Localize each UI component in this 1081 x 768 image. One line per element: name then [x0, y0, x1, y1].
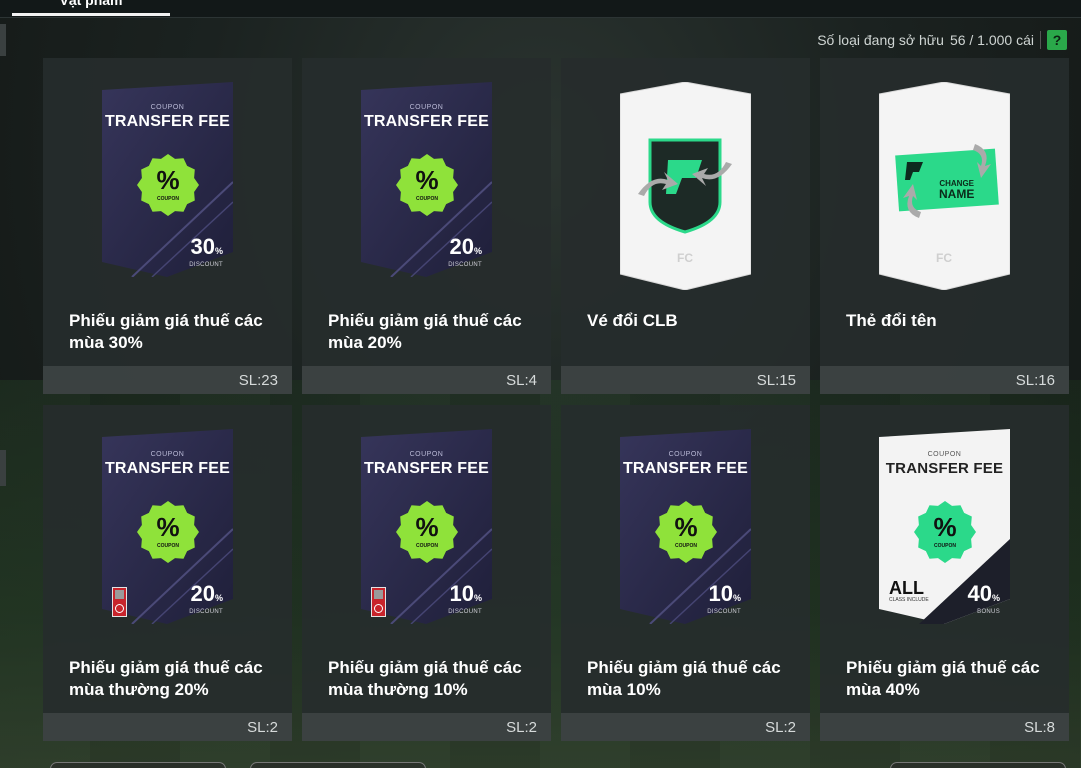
owned-value: 56 / 1.000 cái: [949, 32, 1034, 48]
quantity-bar: SL:4: [302, 366, 551, 394]
percent-badge-icon: % COUPON: [137, 154, 199, 216]
item-quantity: SL:2: [506, 719, 537, 736]
coupon-title: TRANSFER FEE: [104, 460, 231, 477]
item-quantity: SL:4: [506, 372, 537, 389]
item-name: Phiếu giảm giá thuế các mùa 40%: [846, 658, 1040, 699]
percent-badge-icon: % COUPON: [914, 501, 976, 563]
top-bar: Vật phẩm: [0, 0, 1081, 18]
discount-value: 20% DISCOUNT: [189, 581, 223, 616]
club-change-card: FC: [620, 82, 751, 290]
coupon-small-label: COUPON: [409, 451, 444, 458]
bottom-button[interactable]: [50, 762, 226, 768]
quantity-bar: SL:15: [561, 366, 810, 394]
item-name: Phiếu giảm giá thuế các mùa 10%: [587, 658, 781, 699]
coupon-card: COUPON TRANSFER FEE % COUPON ALL CLASS I…: [879, 429, 1010, 624]
owned-count: Số loại đang sở hữu 56 / 1.000 cái ?: [817, 30, 1067, 50]
coupon-card: COUPON TRANSFER FEE % COUPON 30% DISCOUN…: [102, 82, 233, 277]
quantity-bar: SL:2: [43, 713, 292, 741]
item-art: COUPON TRANSFER FEE % COUPON 10% DISCOUN…: [561, 405, 810, 645]
item-tile[interactable]: COUPON TRANSFER FEE % COUPON 10% DISCOUN…: [561, 405, 810, 741]
discount-value: 10% DISCOUNT: [448, 581, 482, 616]
coupon-title: TRANSFER FEE: [363, 460, 490, 477]
item-quantity: SL:23: [238, 372, 278, 389]
coupon-small-label: COUPON: [668, 451, 703, 458]
item-tile[interactable]: COUPON TRANSFER FEE % COUPON 20% DISCOUN…: [43, 405, 292, 741]
divider: [1040, 31, 1041, 49]
item-art: COUPON TRANSFER FEE % COUPON 10% DISCOUN…: [302, 405, 551, 645]
item-tile[interactable]: FC Vé đổi CLB SL:15: [561, 58, 810, 394]
svg-text:FC: FC: [936, 251, 952, 265]
left-scroll-edge: [0, 24, 6, 56]
percent-badge-icon: % COUPON: [655, 501, 717, 563]
bottom-button[interactable]: [250, 762, 426, 768]
item-name: Thẻ đổi tên: [846, 311, 937, 330]
item-tile[interactable]: COUPON TRANSFER FEE % COUPON 20% DISCOUN…: [302, 58, 551, 394]
percent-badge-icon: % COUPON: [137, 501, 199, 563]
coupon-small-label: COUPON: [409, 104, 444, 111]
item-art: COUPON TRANSFER FEE % COUPON ALL CLASS I…: [820, 405, 1069, 645]
percent-badge-icon: % COUPON: [396, 501, 458, 563]
item-name: Vé đổi CLB: [587, 311, 678, 330]
item-tile[interactable]: COUPON TRANSFER FEE % COUPON 30% DISCOUN…: [43, 58, 292, 394]
svg-text:FC: FC: [677, 251, 693, 265]
tab-items[interactable]: Vật phẩm: [12, 0, 170, 16]
item-art: COUPON TRANSFER FEE % COUPON 30% DISCOUN…: [43, 58, 292, 298]
percent-badge-icon: % COUPON: [396, 154, 458, 216]
coupon-title: TRANSFER FEE: [363, 113, 490, 130]
restriction-stamp-icon: [112, 587, 127, 617]
item-name: Phiếu giảm giá thuế các mùa 30%: [69, 311, 263, 352]
discount-value: 30% DISCOUNT: [189, 234, 223, 269]
item-name: Phiếu giảm giá thuế các mùa thường 10%: [328, 658, 522, 699]
quantity-bar: SL:23: [43, 366, 292, 394]
change-name-label: CHANGE NAME: [939, 179, 975, 201]
coupon-small-label: COUPON: [150, 451, 185, 458]
discount-value: 10% DISCOUNT: [707, 581, 741, 616]
restriction-stamp-icon: [371, 587, 386, 617]
coupon-title: TRANSFER FEE: [622, 460, 749, 477]
item-name: Phiếu giảm giá thuế các mùa 20%: [328, 311, 522, 352]
bottom-button[interactable]: [890, 762, 1066, 768]
item-grid: COUPON TRANSFER FEE % COUPON 30% DISCOUN…: [43, 58, 1069, 741]
coupon-small-label: COUPON: [927, 451, 962, 458]
help-button[interactable]: ?: [1047, 30, 1067, 50]
coupon-small-label: COUPON: [150, 104, 185, 111]
item-art: FC CHANGE NAME: [820, 58, 1069, 298]
owned-label: Số loại đang sở hữu: [817, 32, 944, 48]
item-quantity: SL:15: [756, 372, 796, 389]
quantity-bar: SL:2: [561, 713, 810, 741]
discount-value: 20% DISCOUNT: [448, 234, 482, 269]
coupon-title: TRANSFER FEE: [885, 460, 1004, 477]
class-include-label: ALL CLASS INCLUDE: [889, 578, 929, 603]
item-tile[interactable]: COUPON TRANSFER FEE % COUPON ALL CLASS I…: [820, 405, 1069, 741]
item-quantity: SL:2: [765, 719, 796, 736]
coupon-card: COUPON TRANSFER FEE % COUPON 20% DISCOUN…: [361, 82, 492, 277]
quantity-bar: SL:16: [820, 366, 1069, 394]
item-art: FC: [561, 58, 810, 298]
quantity-bar: SL:8: [820, 713, 1069, 741]
item-art: COUPON TRANSFER FEE % COUPON 20% DISCOUN…: [43, 405, 292, 645]
coupon-title: TRANSFER FEE: [104, 113, 231, 130]
item-tile[interactable]: FC CHANGE NAME Thẻ đổi tên SL:16: [820, 58, 1069, 394]
item-name: Phiếu giảm giá thuế các mùa thường 20%: [69, 658, 263, 699]
quantity-bar: SL:2: [302, 713, 551, 741]
coupon-card: COUPON TRANSFER FEE % COUPON 10% DISCOUN…: [620, 429, 751, 624]
name-change-card: FC CHANGE NAME: [879, 82, 1010, 290]
item-quantity: SL:8: [1024, 719, 1055, 736]
bonus-value: 40% BONUS: [967, 581, 1001, 616]
item-quantity: SL:2: [247, 719, 278, 736]
left-scroll-edge: [0, 450, 6, 486]
coupon-card: COUPON TRANSFER FEE % COUPON 10% DISCOUN…: [361, 429, 492, 624]
item-tile[interactable]: COUPON TRANSFER FEE % COUPON 10% DISCOUN…: [302, 405, 551, 741]
item-art: COUPON TRANSFER FEE % COUPON 20% DISCOUN…: [302, 58, 551, 298]
item-quantity: SL:16: [1015, 372, 1055, 389]
coupon-card: COUPON TRANSFER FEE % COUPON 20% DISCOUN…: [102, 429, 233, 624]
